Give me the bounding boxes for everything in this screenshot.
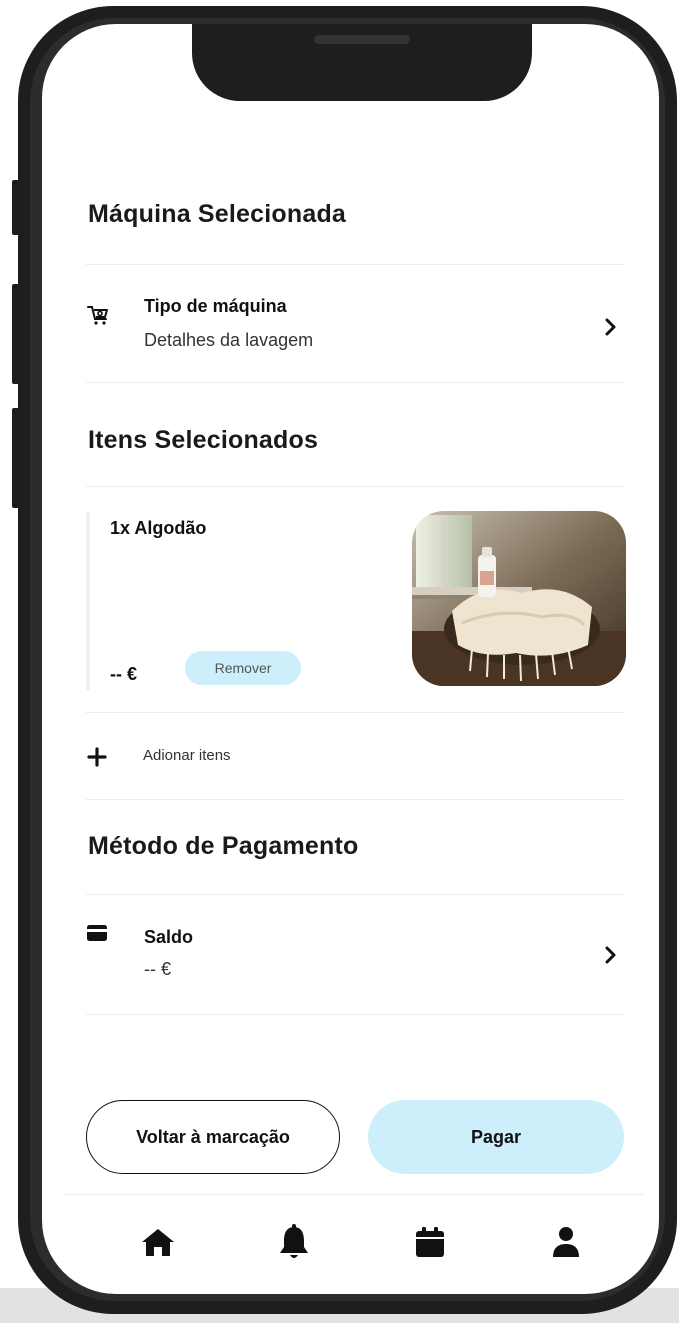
machine-type-title: Tipo de máquina	[144, 296, 287, 316]
divider	[86, 894, 625, 895]
tabbar-divider	[64, 1194, 644, 1195]
tab-home[interactable]	[136, 1220, 180, 1264]
divider	[86, 486, 625, 487]
payment-method-title: Saldo	[144, 927, 194, 947]
laundry-basket-photo	[412, 511, 626, 686]
tab-notifications[interactable]	[272, 1220, 316, 1264]
tab-profile[interactable]	[544, 1220, 588, 1264]
phone-notch	[192, 24, 532, 101]
phone-screen: Máquina Selecionada Tipo de máquina Deta…	[42, 24, 659, 1294]
item-card-accent	[86, 512, 90, 690]
divider	[86, 1014, 625, 1015]
machine-type-subtitle: Detalhes da lavagem	[144, 330, 314, 350]
item-name: 1x Algodão	[110, 518, 207, 538]
items-section-title: Itens Selecionados	[88, 426, 319, 454]
remove-item-button[interactable]: Remover	[185, 651, 301, 685]
speaker-grille	[314, 35, 410, 44]
balance-value: -- €	[144, 959, 171, 979]
user-icon	[553, 1227, 579, 1257]
divider	[86, 799, 625, 800]
calendar-icon	[416, 1227, 444, 1257]
divider	[86, 712, 625, 713]
chevron-right-icon[interactable]	[605, 946, 617, 964]
plus-icon	[87, 747, 107, 767]
payment-section-title: Método de Pagamento	[88, 832, 359, 860]
item-price: -- €	[110, 664, 137, 684]
add-items-label: Adionar itens	[143, 747, 231, 764]
washing-machine-icon	[87, 306, 108, 325]
bell-icon	[280, 1224, 308, 1258]
tab-calendar[interactable]	[408, 1220, 452, 1264]
divider	[86, 382, 625, 383]
divider	[86, 264, 625, 265]
home-icon	[142, 1229, 174, 1256]
chevron-right-icon[interactable]	[605, 318, 617, 336]
machine-section-title: Máquina Selecionada	[88, 200, 347, 228]
credit-card-icon	[87, 925, 107, 941]
back-to-booking-button[interactable]: Voltar à marcação	[86, 1100, 340, 1174]
pay-button[interactable]: Pagar	[368, 1100, 624, 1174]
